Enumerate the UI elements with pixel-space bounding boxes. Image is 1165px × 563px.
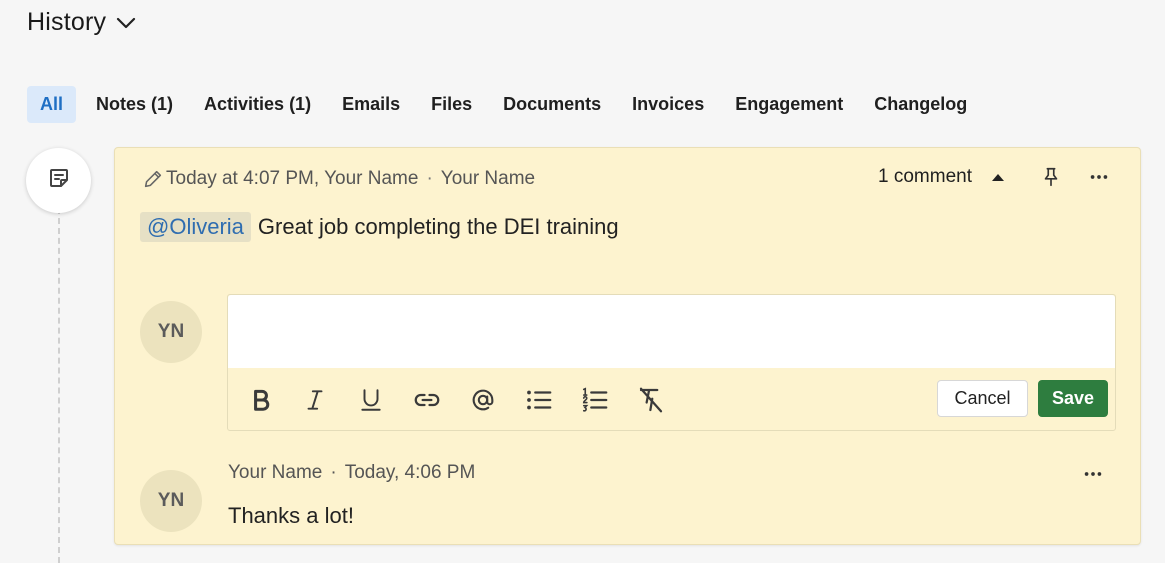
save-button[interactable]: Save (1038, 380, 1108, 417)
chevron-down-icon (114, 11, 138, 35)
italic-icon[interactable] (298, 383, 332, 417)
pin-icon[interactable] (1040, 166, 1062, 188)
avatar: YN (140, 301, 202, 363)
mention-icon[interactable] (466, 383, 500, 417)
comment-meta: Your Name · Today, 4:06 PM (228, 462, 475, 484)
tab-activities[interactable]: Activities (1) (191, 86, 324, 123)
tab-emails[interactable]: Emails (329, 86, 413, 123)
tab-files[interactable]: Files (418, 86, 485, 123)
mention-tag[interactable]: @Oliveria (140, 212, 251, 242)
timeline-node (26, 148, 91, 213)
meta-separator: · (330, 462, 337, 483)
note-actions: 1 comment (878, 166, 1110, 188)
note-timestamp: Today at 4:07 PM, Your Name (166, 168, 419, 189)
numbered-list-icon[interactable] (578, 383, 612, 417)
comment-editor: Cancel Save (227, 294, 1116, 431)
tab-notes[interactable]: Notes (1) (83, 86, 186, 123)
comment-more-options-icon[interactable] (1082, 463, 1104, 485)
tab-changelog[interactable]: Changelog (861, 86, 980, 123)
comment-count-toggle[interactable]: 1 comment (878, 166, 972, 188)
history-tabs: All Notes (1) Activities (1) Emails File… (27, 86, 985, 123)
clear-format-icon[interactable] (634, 383, 668, 417)
history-title: History (27, 8, 107, 36)
more-options-icon[interactable] (1088, 166, 1110, 188)
note-meta: Today at 4:07 PM, Your Name · Your Name (142, 168, 535, 190)
note-body: @Oliveria Great job completing the DEI t… (140, 212, 619, 242)
cancel-button[interactable]: Cancel (937, 380, 1028, 417)
comment-time: Today, 4:06 PM (344, 462, 476, 483)
history-toggle[interactable]: History (27, 8, 138, 37)
underline-icon[interactable] (354, 383, 388, 417)
tab-invoices[interactable]: Invoices (619, 86, 717, 123)
bullet-list-icon[interactable] (522, 383, 556, 417)
meta-separator: · (426, 168, 433, 189)
comment-author: Your Name (228, 462, 323, 483)
tab-all[interactable]: All (27, 86, 77, 123)
note-card: Today at 4:07 PM, Your Name · Your Name … (114, 147, 1141, 545)
bold-icon[interactable] (244, 383, 278, 417)
pencil-icon[interactable] (142, 168, 164, 190)
avatar: YN (140, 470, 202, 532)
comment-text: Thanks a lot! (228, 503, 354, 528)
note-icon (47, 166, 71, 195)
caret-up-icon[interactable] (990, 169, 1006, 185)
comment-input[interactable] (228, 295, 1115, 368)
tab-engagement[interactable]: Engagement (722, 86, 856, 123)
link-icon[interactable] (410, 383, 444, 417)
note-text: Great job completing the DEI training (257, 214, 619, 239)
note-author: Your Name (440, 168, 536, 189)
timeline-line (58, 208, 60, 563)
tab-documents[interactable]: Documents (490, 86, 614, 123)
